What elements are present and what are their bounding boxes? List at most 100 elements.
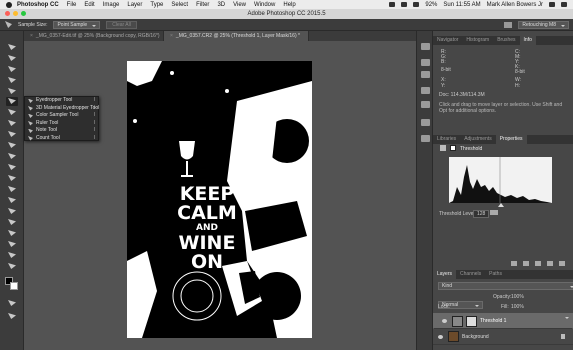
path-selection-tool-icon[interactable] <box>6 218 18 227</box>
history-brush-tool-icon[interactable] <box>6 141 18 150</box>
paragraph-icon[interactable] <box>421 101 430 108</box>
threshold-auto-icon[interactable] <box>490 210 498 215</box>
tab-document-2[interactable]: × _MG_0357.CR2 @ 25% (Threshold 1, Layer … <box>164 31 309 41</box>
tool-presets-icon[interactable] <box>421 135 430 142</box>
close-tab-icon[interactable]: × <box>170 33 173 39</box>
wifi-icon[interactable] <box>413 2 420 7</box>
threshold-level-input[interactable]: 128 <box>473 210 490 218</box>
brush-presets-icon[interactable] <box>421 119 430 126</box>
menu-help[interactable]: Help <box>283 2 295 8</box>
fill-input[interactable]: 100% <box>511 304 524 310</box>
menu-type[interactable]: Type <box>150 2 163 8</box>
menu-window[interactable]: Window <box>254 2 275 8</box>
layer-name[interactable]: Background <box>462 334 489 340</box>
history-icon[interactable] <box>421 59 430 66</box>
apple-icon[interactable] <box>6 1 12 8</box>
rectangle-tool-icon[interactable] <box>6 229 18 238</box>
layer-row-threshold[interactable]: Threshold 1 <box>433 313 573 329</box>
app-menu[interactable]: Photoshop CC <box>17 2 59 8</box>
eyedropper-preset-icon[interactable] <box>5 21 12 28</box>
blur-tool-icon[interactable] <box>6 174 18 183</box>
screen-mode-icon[interactable] <box>6 312 18 321</box>
threshold-slider-handle[interactable] <box>498 203 504 207</box>
flyout-item-ruler[interactable]: Ruler Tool I <box>25 120 98 128</box>
layer-mask-icon[interactable] <box>450 145 456 151</box>
clock[interactable]: Sun 11:55 AM <box>443 2 480 8</box>
character-icon[interactable] <box>421 87 430 94</box>
type-tool-icon[interactable] <box>6 207 18 216</box>
tab-paths[interactable]: Paths <box>485 270 506 279</box>
quick-select-tool-icon[interactable] <box>6 76 18 85</box>
clear-all-button[interactable]: Clear All <box>106 20 137 29</box>
creative-cloud-icon[interactable] <box>389 2 396 7</box>
flyout-item-count[interactable]: Count Tool I <box>25 135 98 143</box>
zoom-tool-icon[interactable] <box>6 251 18 260</box>
menu-filter[interactable]: Filter <box>196 2 209 8</box>
opacity-input[interactable]: 100% <box>511 294 524 300</box>
search-icon[interactable] <box>549 2 555 7</box>
more-tools-icon[interactable] <box>6 262 18 271</box>
clone-stamp-tool-icon[interactable] <box>6 130 18 139</box>
battery-level[interactable]: 92% <box>425 2 437 8</box>
dropbox-icon[interactable] <box>401 2 408 7</box>
eyedropper-tool-icon[interactable] <box>6 97 18 106</box>
mask-thumbnail[interactable] <box>466 315 477 327</box>
tab-document-1[interactable]: × _MG_0357-Edit.tif @ 25% (Background cop… <box>24 31 164 41</box>
search-icon[interactable] <box>504 21 513 28</box>
tab-histogram[interactable]: Histogram <box>462 36 493 45</box>
quick-mask-icon[interactable] <box>6 299 18 308</box>
threshold-histogram[interactable] <box>449 157 552 203</box>
tab-brushes[interactable]: Brushes <box>493 36 519 45</box>
close-window-button[interactable] <box>5 11 10 16</box>
tab-channels[interactable]: Channels <box>456 270 485 279</box>
menu-3d[interactable]: 3D <box>217 2 225 8</box>
flyout-item-eyedropper[interactable]: Eyedropper Tool I <box>25 97 98 105</box>
play-action-icon[interactable] <box>421 43 430 50</box>
move-tool-icon[interactable] <box>6 43 18 52</box>
sample-size-select[interactable]: Point Sample <box>53 20 101 29</box>
gradient-tool-icon[interactable] <box>6 163 18 172</box>
zoom-window-button[interactable] <box>21 11 26 16</box>
brush-tool-icon[interactable] <box>6 119 18 128</box>
clip-to-layer-icon[interactable] <box>511 261 517 266</box>
menu-file[interactable]: File <box>67 2 77 8</box>
eye-icon[interactable] <box>442 319 447 323</box>
visibility-icon[interactable] <box>547 261 553 266</box>
layer-name[interactable]: Threshold 1 <box>480 318 506 325</box>
tab-layers[interactable]: Layers <box>433 270 457 279</box>
close-tab-icon[interactable]: × <box>30 33 33 39</box>
view-previous-state-icon[interactable] <box>523 261 529 266</box>
tab-properties[interactable]: Properties <box>495 135 527 144</box>
tab-navigator[interactable]: Navigator <box>433 36 462 45</box>
crop-tool-icon[interactable] <box>6 87 18 96</box>
marquee-tool-icon[interactable] <box>6 54 18 63</box>
menu-select[interactable]: Select <box>171 2 188 8</box>
minimize-window-button[interactable] <box>13 11 18 16</box>
layer-filter-select[interactable]: Kind <box>438 282 573 290</box>
delete-adjustment-icon[interactable] <box>559 261 565 266</box>
flyout-item-note[interactable]: Note Tool I <box>25 127 98 135</box>
eraser-tool-icon[interactable] <box>6 152 18 161</box>
layer-row-background[interactable]: Background <box>433 329 573 345</box>
tab-libraries[interactable]: Libraries <box>433 135 460 144</box>
background-color-swatch[interactable] <box>10 282 18 290</box>
dodge-tool-icon[interactable] <box>6 185 18 194</box>
menu-image[interactable]: Image <box>103 2 120 8</box>
menu-layer[interactable]: Layer <box>127 2 142 8</box>
flyout-item-3d-material-eyedropper[interactable]: 3D Material Eyedropper Tool I <box>25 105 99 113</box>
pen-tool-icon[interactable] <box>6 196 18 205</box>
eye-icon[interactable] <box>438 334 443 339</box>
document-canvas[interactable]: KEEP CALM AND WINE ON <box>127 61 312 338</box>
hand-tool-icon[interactable] <box>6 240 18 249</box>
healing-brush-tool-icon[interactable] <box>6 108 18 117</box>
flyout-item-color-sampler[interactable]: Color Sampler Tool I <box>25 112 98 120</box>
swatches-icon[interactable] <box>421 71 430 78</box>
tab-info[interactable]: Info <box>519 36 536 45</box>
user-name[interactable]: Mark Allen Bowers Jr <box>487 2 543 8</box>
menu-view[interactable]: View <box>233 2 246 8</box>
lasso-tool-icon[interactable] <box>6 65 18 74</box>
menu-edit[interactable]: Edit <box>84 2 94 8</box>
tab-adjustments[interactable]: Adjustments <box>460 135 496 144</box>
workspace-select[interactable]: Retouching M8 <box>518 20 569 29</box>
list-icon[interactable] <box>561 2 567 7</box>
